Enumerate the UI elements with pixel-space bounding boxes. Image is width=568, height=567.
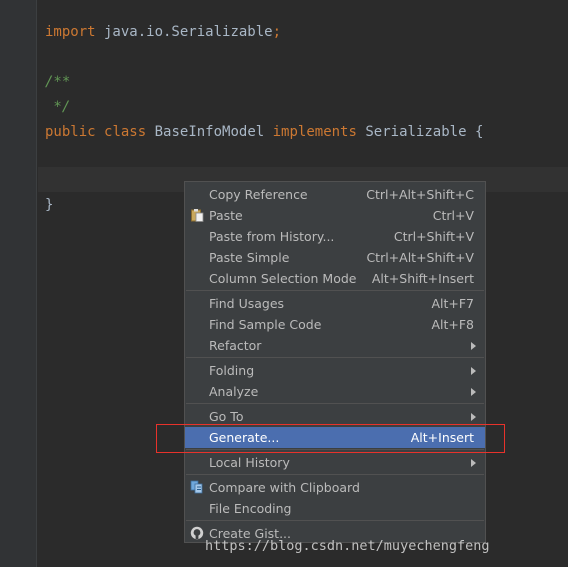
menu-item-local-history[interactable]: Local History: [185, 452, 485, 473]
editor-context-menu: Copy Reference Ctrl+Alt+Shift+C Paste Ct…: [184, 181, 486, 543]
menu-item-paste[interactable]: Paste Ctrl+V: [185, 205, 485, 226]
menu-item-paste-from-history[interactable]: Paste from History... Ctrl+Shift+V: [185, 226, 485, 247]
code-line-class-declaration: public class BaseInfoModel implements Se…: [45, 120, 483, 145]
class-name: BaseInfoModel: [154, 124, 265, 140]
submenu-arrow-icon: [471, 459, 476, 467]
menu-item-paste-simple[interactable]: Paste Simple Ctrl+Alt+Shift+V: [185, 247, 485, 268]
menu-separator: [186, 357, 484, 358]
menu-separator: [186, 520, 484, 521]
menu-item-analyze[interactable]: Analyze: [185, 381, 485, 402]
open-brace: {: [474, 124, 484, 140]
code-line-comment-close: */: [45, 99, 71, 115]
interface-name: Serializable: [365, 124, 467, 140]
watermark-text: https://blog.csdn.net/muyechengfeng: [205, 538, 490, 554]
line-number-gutter: [0, 0, 37, 567]
menu-item-file-encoding[interactable]: File Encoding: [185, 498, 485, 519]
submenu-arrow-icon: [471, 388, 476, 396]
menu-item-column-selection-mode[interactable]: Column Selection Mode Alt+Shift+Insert: [185, 268, 485, 289]
submenu-arrow-icon: [471, 413, 476, 421]
code-line-import: import java.io.Serializable;: [45, 20, 281, 45]
menu-item-find-sample-code[interactable]: Find Sample Code Alt+F8: [185, 314, 485, 335]
semicolon: ;: [272, 24, 282, 40]
menu-separator: [186, 474, 484, 475]
github-icon: [190, 526, 204, 540]
menu-item-go-to[interactable]: Go To: [185, 406, 485, 427]
menu-item-folding[interactable]: Folding: [185, 360, 485, 381]
menu-separator: [186, 449, 484, 450]
code-line-close-brace: }: [45, 197, 54, 213]
keyword-class: class: [104, 124, 147, 140]
submenu-arrow-icon: [471, 367, 476, 375]
menu-item-generate[interactable]: Generate... Alt+Insert: [185, 427, 485, 448]
import-path: java.io.Serializable: [95, 24, 273, 40]
submenu-arrow-icon: [471, 342, 476, 350]
menu-separator: [186, 290, 484, 291]
menu-item-copy-reference[interactable]: Copy Reference Ctrl+Alt+Shift+C: [185, 184, 485, 205]
menu-item-compare-with-clipboard[interactable]: Compare with Clipboard: [185, 477, 485, 498]
code-line-comment-open: /**: [45, 74, 71, 90]
keyword-import: import: [45, 24, 96, 40]
keyword-public: public: [45, 124, 96, 140]
menu-item-refactor[interactable]: Refactor: [185, 335, 485, 356]
keyword-implements: implements: [272, 124, 357, 140]
compare-icon: [190, 480, 203, 494]
menu-item-find-usages[interactable]: Find Usages Alt+F7: [185, 293, 485, 314]
menu-separator: [186, 403, 484, 404]
clipboard-icon: [191, 209, 204, 222]
